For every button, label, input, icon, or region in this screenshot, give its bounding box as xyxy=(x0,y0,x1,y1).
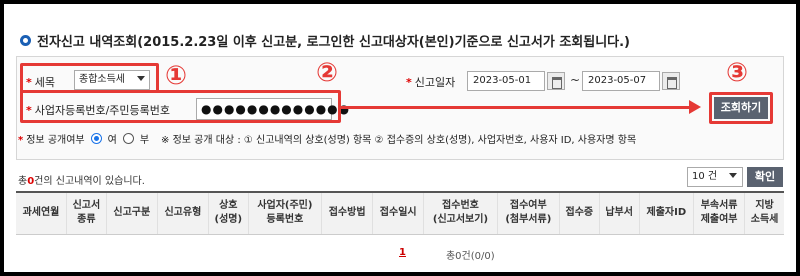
radio-no[interactable] xyxy=(122,133,134,144)
table-header-cell: 제출자ID xyxy=(639,192,695,235)
page-frame: 전자신고 내역조회(2015.2.23일 이후 신고분, 로그인한 신고대상자(… xyxy=(4,4,796,272)
header-text: 지방 xyxy=(755,200,774,212)
date-from-input[interactable]: 2023-05-01 xyxy=(467,71,545,91)
tax-type-label: * 세목 xyxy=(26,76,56,89)
page-summary: 총0건(0/0) xyxy=(445,251,495,262)
header-text: 신고서 xyxy=(72,200,101,212)
table-header-cell: 접수번호 (신고서보기) xyxy=(423,192,498,235)
marker-3: ③ xyxy=(726,58,749,88)
calendar-icon[interactable] xyxy=(662,72,680,90)
chevron-down-icon xyxy=(137,76,145,81)
radio-yes-label: 여 xyxy=(107,135,117,146)
id-label: * 사업자등록번호/주민등록번호 xyxy=(26,104,171,117)
header-text: 등록번호 xyxy=(266,214,304,226)
header-text: 신고구분 xyxy=(113,207,151,219)
result-count: 총0건의 신고내역이 있습니다. xyxy=(18,172,145,187)
search-button[interactable]: 조회하기 xyxy=(714,97,768,119)
count-suffix: 건의 신고내역이 있습니다. xyxy=(34,176,145,187)
table-header-cell: 접수일시 xyxy=(372,192,425,235)
header-text: 상호 xyxy=(219,200,238,212)
arrow-right-icon xyxy=(689,100,701,114)
header-text: (성명) xyxy=(214,214,243,226)
header-text: 종류 xyxy=(77,214,96,226)
header-text: 납부서 xyxy=(605,207,633,219)
calendar-icon[interactable] xyxy=(547,72,565,90)
disclosure-row: * 정보 공개여부 여 부 ※ 정보 공개 대상 : ① 신고내역의 상호(성명)… xyxy=(18,131,636,146)
page-size-value: 10 건 xyxy=(692,171,718,182)
marker-1: ① xyxy=(165,61,188,91)
table-header-cell: 접수증 xyxy=(559,192,600,235)
table-header-cell: 신고서종류 xyxy=(66,192,107,235)
tax-type-value: 종합소득세 xyxy=(79,74,125,85)
header-text: 제출여부 xyxy=(700,214,738,226)
chevron-down-icon xyxy=(729,173,737,178)
disclosure-note: ※ 정보 공개 대상 : ① 신고내역의 상호(성명) 항목 ② 접수증의 상호… xyxy=(161,135,637,146)
header-text: 접수일시 xyxy=(379,207,417,219)
title-bullet-icon xyxy=(20,35,31,46)
marker-2: ② xyxy=(316,58,339,88)
radio-yes[interactable] xyxy=(90,133,102,144)
page-title: 전자신고 내역조회(2015.2.23일 이후 신고분, 로그인한 신고대상자(… xyxy=(20,31,630,50)
header-text: 제출자ID xyxy=(646,207,687,219)
header-text: (첨부서류) xyxy=(505,214,552,226)
id-number-input[interactable]: ●●●●●●●●●●●●● xyxy=(196,98,349,120)
header-text: 접수증 xyxy=(565,207,594,219)
header-text: 접수여부 xyxy=(509,200,547,212)
header-text: (신고서보기) xyxy=(432,214,489,226)
report-date-label: * 신고일자 xyxy=(406,76,456,89)
table-header-cell: 사업자(주민) 등록번호 xyxy=(248,192,323,235)
page-link-current[interactable]: 1 xyxy=(399,247,406,262)
table-header-cell: 지방소득세 xyxy=(744,192,784,235)
table-header-cell: 접수여부 (첨부서류) xyxy=(497,192,560,235)
arrow-line xyxy=(341,106,691,109)
date-separator: ~ xyxy=(570,73,581,87)
table-header-cell: 부속서류제출여부 xyxy=(693,192,746,235)
header-text: 소득세 xyxy=(750,214,779,226)
table-header-cell: 신고유형 xyxy=(157,192,209,235)
table-header-cell: 과세연월 xyxy=(16,192,67,235)
table-header-cell: 신고구분 xyxy=(106,192,158,235)
header-text: 사업자(주민) xyxy=(257,200,313,212)
table-header-cell: 상호 (성명) xyxy=(208,192,249,235)
header-text: 과세연월 xyxy=(22,207,60,219)
header-text: 부속서류 xyxy=(700,200,738,212)
table-header-row: 과세연월 신고서종류 신고구분 신고유형 상호 (성명) 사업자(주민) 등록번호 접수방법 접수… xyxy=(16,192,784,235)
pagination: 1 총0건(0/0) xyxy=(399,247,495,262)
results-table: 과세연월 신고서종류 신고구분 신고유형 상호 (성명) 사업자(주민) 등록번호 접수방법 접수… xyxy=(16,191,784,235)
page-size-select[interactable]: 10 건 xyxy=(687,167,743,187)
disclosure-label: * 정보 공개여부 xyxy=(18,135,85,146)
table-header-cell: 납부서 xyxy=(599,192,640,235)
table-header-cell: 접수방법 xyxy=(321,192,374,235)
date-to-input[interactable]: 2023-05-07 xyxy=(582,71,660,91)
radio-no-label: 부 xyxy=(139,135,150,146)
header-text: 접수방법 xyxy=(328,207,366,219)
page-title-text: 전자신고 내역조회(2015.2.23일 이후 신고분, 로그인한 신고대상자(… xyxy=(37,35,630,50)
header-text: 신고유형 xyxy=(164,207,202,219)
count-prefix: 총 xyxy=(18,176,28,187)
header-text: 접수번호 xyxy=(442,200,479,212)
tax-type-select[interactable]: 종합소득세 xyxy=(74,70,150,90)
confirm-button[interactable]: 확인 xyxy=(747,167,783,187)
